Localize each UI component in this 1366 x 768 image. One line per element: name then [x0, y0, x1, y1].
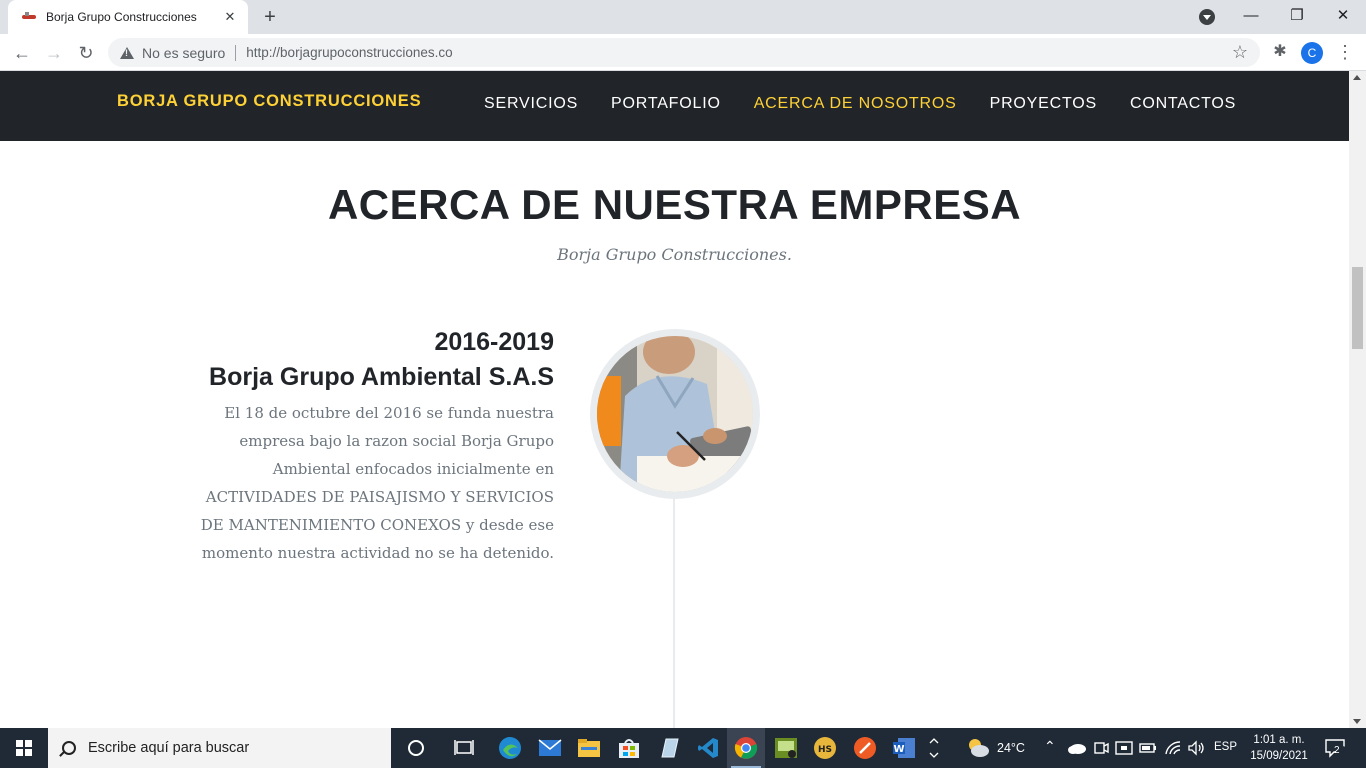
- page-viewport: BORJA GRUPO CONSTRUCCIONES SERVICIOS POR…: [0, 71, 1349, 728]
- section-subheading: Borja Grupo Construcciones.: [557, 245, 792, 264]
- address-bar[interactable]: No es seguro http://borjagrupoconstrucci…: [108, 38, 1260, 67]
- search-icon: [62, 741, 76, 755]
- notes-app-icon[interactable]: [655, 734, 683, 762]
- person-writing-photo: [597, 336, 753, 492]
- page-scrollbar[interactable]: [1349, 71, 1366, 728]
- restore-button[interactable]: ❐: [1274, 0, 1320, 34]
- close-tab-icon[interactable]: ✕: [222, 9, 238, 25]
- timeline-company-name: Borja Grupo Ambiental S.A.S: [209, 363, 554, 391]
- edge-browser-icon[interactable]: [496, 734, 524, 762]
- site-brand[interactable]: BORJA GRUPO CONSTRUCCIONES: [117, 92, 421, 111]
- timeline-description: El 18 de octubre del 2016 se funda nuest…: [200, 404, 554, 562]
- nav-link-portafolio[interactable]: PORTAFOLIO: [611, 95, 721, 113]
- nav-link-servicios[interactable]: SERVICIOS: [484, 95, 578, 113]
- show-hidden-icons-chevron-icon[interactable]: ⌃: [1044, 738, 1056, 755]
- close-window-button[interactable]: ✕: [1320, 0, 1366, 34]
- mail-icon[interactable]: [536, 734, 564, 762]
- svg-text:W: W: [893, 744, 904, 755]
- taskbar-clock[interactable]: 1:01 a. m. 15/09/2021: [1244, 732, 1314, 764]
- task-view-icon[interactable]: [450, 734, 478, 762]
- browser-toolbar: ← → ↻ No es seguro http://borjagrupocons…: [0, 34, 1366, 71]
- file-explorer-icon[interactable]: [575, 734, 603, 762]
- scroll-down-arrow-icon[interactable]: [1353, 719, 1361, 724]
- word-icon[interactable]: W: [890, 734, 918, 762]
- notification-count: 2: [1334, 745, 1340, 756]
- browser-tabstrip: Borja Grupo Construcciones ✕ + — ❐ ✕: [0, 0, 1366, 34]
- timeline-image: [590, 329, 760, 499]
- terminal-app-icon[interactable]: [772, 734, 800, 762]
- volume-icon[interactable]: [1182, 734, 1210, 762]
- reload-icon[interactable]: ↻: [73, 40, 99, 66]
- timeline-years: 2016-2019: [434, 328, 554, 356]
- profile-avatar[interactable]: C: [1301, 42, 1323, 64]
- taskbar-search-placeholder[interactable]: Escribe aquí para buscar: [88, 740, 249, 756]
- weather-icon[interactable]: [964, 734, 992, 762]
- weather-temperature[interactable]: 24°C: [997, 741, 1025, 755]
- site-favicon-icon: [22, 12, 36, 22]
- input-language[interactable]: ESP: [1214, 741, 1237, 753]
- timeline-entry: 2016-2019 Borja Grupo Ambiental S.A.S El…: [200, 327, 554, 567]
- start-button[interactable]: [0, 728, 48, 768]
- chrome-icon[interactable]: [732, 734, 760, 762]
- scrollbar-thumb[interactable]: [1352, 267, 1363, 349]
- clock-date: 15/09/2021: [1250, 750, 1308, 762]
- extensions-puzzle-icon[interactable]: ✱: [1270, 42, 1290, 62]
- cortana-icon[interactable]: [402, 734, 430, 762]
- taskbar-overflow-icon[interactable]: [924, 734, 944, 762]
- vscode-icon[interactable]: [694, 734, 722, 762]
- tab-search-icon[interactable]: [1199, 9, 1215, 25]
- site-navbar: BORJA GRUPO CONSTRUCCIONES SERVICIOS POR…: [0, 71, 1349, 141]
- store-icon[interactable]: [615, 734, 643, 762]
- forward-arrow-icon[interactable]: →: [41, 40, 67, 66]
- clock-time: 1:01 a. m.: [1253, 734, 1305, 746]
- minimize-button[interactable]: —: [1228, 0, 1274, 34]
- warning-icon[interactable]: [120, 46, 134, 59]
- timeline-line: [673, 491, 675, 728]
- bookmark-star-icon[interactable]: ☆: [1232, 42, 1248, 63]
- battery-icon[interactable]: [1134, 734, 1162, 762]
- taskbar-search[interactable]: Escribe aquí para buscar: [48, 728, 391, 768]
- windows-logo-icon: [16, 740, 32, 756]
- nav-link-proyectos[interactable]: PROYECTOS: [990, 95, 1097, 113]
- windows-taskbar: Escribe aquí para buscar HS W 24°C ⌃ ESP…: [0, 728, 1366, 768]
- section-heading: ACERCA DE NUESTRA EMPRESA: [327, 181, 1022, 228]
- url-text[interactable]: http://borjagrupoconstrucciones.co: [246, 45, 1232, 60]
- tab-title: Borja Grupo Construcciones: [46, 10, 197, 24]
- omnibox-divider: [235, 44, 237, 61]
- postman-icon[interactable]: [851, 734, 879, 762]
- back-arrow-icon[interactable]: ←: [9, 40, 35, 66]
- not-secure-label[interactable]: No es seguro: [142, 45, 225, 61]
- nav-link-contactos[interactable]: CONTACTOS: [1130, 95, 1236, 113]
- new-tab-button[interactable]: +: [258, 6, 282, 28]
- hs-app-icon[interactable]: HS: [811, 734, 839, 762]
- scroll-up-arrow-icon[interactable]: [1353, 75, 1361, 80]
- svg-text:HS: HS: [818, 745, 832, 755]
- browser-tab[interactable]: Borja Grupo Construcciones ✕: [8, 0, 248, 34]
- nav-link-acerca-de-nosotros[interactable]: ACERCA DE NOSOTROS: [754, 95, 957, 113]
- browser-menu-icon[interactable]: ⋮: [1336, 42, 1354, 64]
- site-nav-links: SERVICIOS PORTAFOLIO ACERCA DE NOSOTROS …: [484, 95, 1269, 113]
